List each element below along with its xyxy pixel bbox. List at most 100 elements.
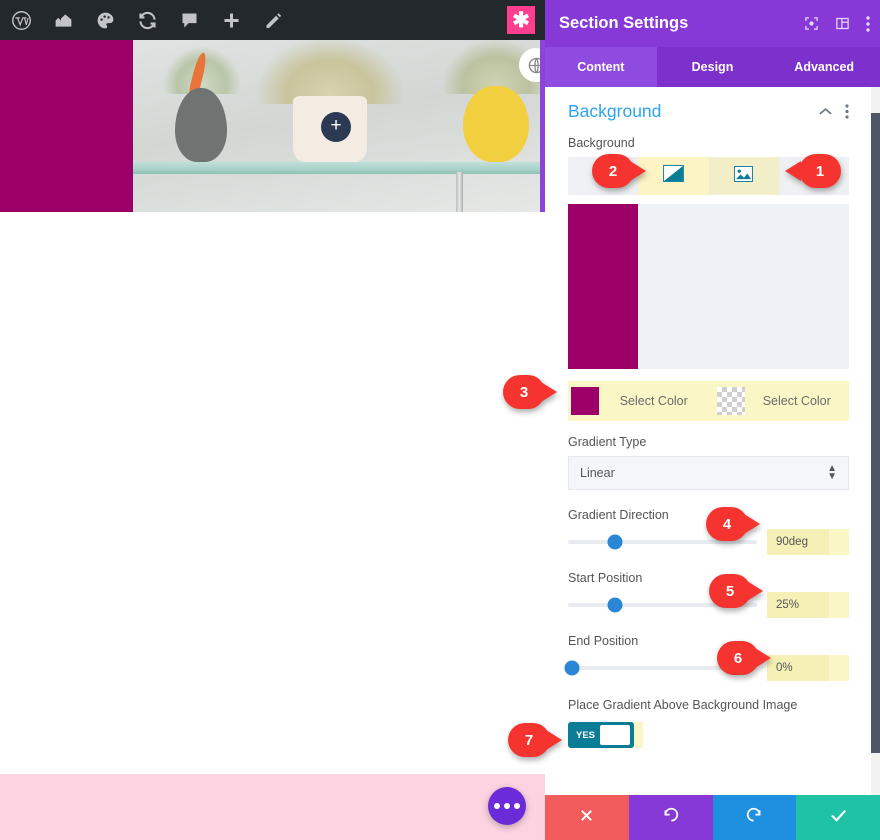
callout-tip	[630, 161, 646, 181]
undo-icon	[662, 807, 679, 829]
slider-handle[interactable]	[607, 597, 623, 613]
start-color-swatch[interactable]	[571, 387, 599, 415]
gradient-type-label: Gradient Type	[568, 435, 647, 449]
panel-scroll-region: Background Background Select Color Selec…	[545, 87, 880, 795]
place-gradient-above-label: Place Gradient Above Background Image	[568, 698, 798, 712]
save-button[interactable]	[796, 795, 880, 840]
callout-number: 7	[508, 723, 550, 757]
callout-number: 1	[799, 154, 841, 188]
comments-icon[interactable]	[168, 0, 210, 40]
gradient-direction-value-box[interactable]: 90deg	[767, 529, 849, 555]
end-position-row: 0%	[564, 655, 849, 681]
start-position-value: 25%	[767, 592, 829, 618]
panel-header: Section Settings	[545, 0, 880, 47]
callout-5: 5	[709, 574, 763, 608]
callout-1: 1	[785, 154, 841, 188]
callout-4: 4	[706, 507, 760, 541]
end-color-swatch[interactable]	[716, 387, 745, 415]
wordpress-logo-icon[interactable]	[0, 0, 42, 40]
callout-7: 7	[508, 723, 562, 757]
preview-mode-icon[interactable]	[804, 16, 819, 31]
callout-number: 3	[503, 375, 545, 409]
callout-6: 6	[717, 641, 771, 675]
tab-content[interactable]: Content	[545, 47, 657, 87]
callout-2: 2	[592, 154, 646, 188]
tab-advanced[interactable]: Advanced	[768, 47, 880, 87]
panel-header-actions	[804, 0, 870, 47]
slider-handle[interactable]	[564, 660, 580, 676]
background-section-actions	[819, 104, 849, 119]
start-position-value-box[interactable]: 25%	[767, 592, 849, 618]
redo-button[interactable]	[712, 795, 797, 840]
glass-shelf	[133, 162, 545, 174]
gradient-start-color-picker[interactable]: Select Color	[568, 381, 709, 421]
redo-icon	[746, 807, 763, 829]
chevron-up-icon[interactable]	[819, 107, 832, 116]
undo-button[interactable]	[628, 795, 713, 840]
close-button[interactable]	[545, 795, 629, 840]
gradient-direction-value: 90deg	[767, 529, 829, 555]
layout-columns-icon[interactable]	[835, 16, 850, 31]
background-image-tab[interactable]	[708, 157, 779, 195]
refresh-updates-icon[interactable]	[126, 0, 168, 40]
gradient-end-color-picker[interactable]: Select Color	[709, 381, 850, 421]
place-gradient-above-toggle-wrap: YES	[568, 722, 643, 748]
vase-grey	[175, 88, 227, 162]
toggle-state-label: YES	[576, 729, 596, 741]
callout-number: 4	[706, 507, 748, 541]
gradient-preview-start-fill	[568, 204, 639, 369]
more-options-button[interactable]	[488, 787, 526, 825]
more-vertical-icon[interactable]	[845, 104, 849, 119]
add-module-button[interactable]: +	[321, 112, 351, 142]
pink-section	[0, 774, 545, 840]
shelf-support-post	[456, 172, 463, 212]
callout-tip	[546, 730, 562, 750]
callout-tip	[755, 648, 771, 668]
dot-1	[494, 803, 500, 809]
background-field-label: Background	[568, 136, 635, 150]
customize-palette-icon[interactable]	[84, 0, 126, 40]
page-preview-area: ✱ +	[0, 0, 545, 840]
page-body-blank	[0, 212, 545, 774]
divi-builder-screen: ✱ + Section Settings Content Design Adva…	[0, 0, 880, 840]
toggle-knob	[600, 725, 631, 745]
callout-tip	[747, 581, 763, 601]
plant-foliage-left	[163, 46, 241, 94]
panel-tabs: Content Design Advanced	[545, 47, 880, 87]
dot-3	[514, 803, 520, 809]
background-section-title: Background	[568, 101, 662, 121]
gradient-type-value: Linear	[580, 466, 615, 480]
plant-foliage-center	[257, 40, 403, 104]
image-icon	[734, 165, 754, 187]
gradient-type-select[interactable]: Linear ▲ ▼	[568, 456, 849, 490]
hero-background-photo: +	[133, 40, 545, 212]
checkmark-icon	[830, 808, 847, 828]
hero-gradient-color-block	[0, 40, 133, 212]
more-vertical-icon[interactable]	[866, 15, 870, 32]
edit-page-icon[interactable]	[252, 0, 294, 40]
place-gradient-above-toggle[interactable]: YES	[568, 722, 634, 748]
slider-handle[interactable]	[607, 534, 623, 550]
background-gradient-tab[interactable]	[638, 157, 709, 195]
panel-scrollbar-thumb[interactable]	[871, 113, 880, 753]
tab-design[interactable]: Design	[657, 47, 769, 87]
gradient-preview[interactable]	[568, 204, 849, 369]
place-gradient-above-field: Place Gradient Above Background Image YE…	[568, 697, 849, 748]
end-position-value-box[interactable]: 0%	[767, 655, 849, 681]
start-color-label: Select Color	[619, 394, 688, 408]
background-section-header[interactable]: Background	[568, 101, 849, 122]
panel-title: Section Settings	[559, 14, 689, 32]
wordpress-admin-bar: ✱	[0, 0, 545, 40]
end-position-label: End Position	[568, 634, 639, 648]
panel-footer	[545, 795, 880, 840]
asterisk-plugin-button[interactable]: ✱	[507, 6, 535, 34]
close-x-icon	[579, 808, 594, 828]
site-home-icon[interactable]	[42, 0, 84, 40]
new-content-icon[interactable]	[210, 0, 252, 40]
chevron-updown-icon: ▲ ▼	[827, 463, 837, 482]
callout-tip	[541, 382, 557, 402]
end-position-value: 0%	[767, 655, 829, 681]
panel-scrollbar[interactable]	[871, 87, 880, 795]
end-color-label: Select Color	[762, 394, 831, 408]
gradient-icon	[662, 165, 684, 187]
